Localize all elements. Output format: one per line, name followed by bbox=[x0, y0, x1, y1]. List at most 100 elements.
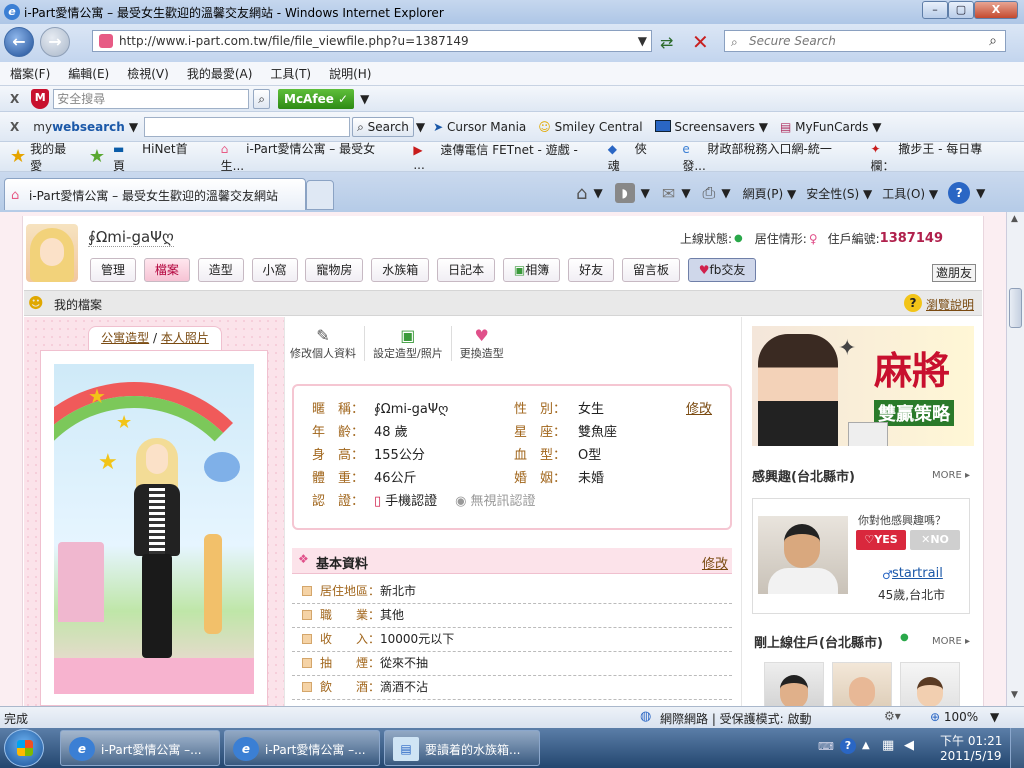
apartment-style-link[interactable]: 公寓造型 bbox=[101, 331, 149, 345]
favorites-label[interactable]: 我的最愛 bbox=[30, 140, 75, 174]
close-button[interactable]: X bbox=[974, 1, 1018, 19]
mahjong-ad[interactable]: ✦ 麻將 雙贏策略 bbox=[752, 326, 974, 446]
brand-dropdown-icon[interactable]: ▼ bbox=[129, 120, 138, 134]
nav-album[interactable]: ▣相簿 bbox=[502, 258, 561, 282]
taskbar-item-ie-2[interactable]: e i-Part愛情公寓 –... bbox=[224, 730, 380, 766]
mail-dropdown-icon[interactable]: ▼ bbox=[681, 186, 690, 200]
maximize-button[interactable]: ▢ bbox=[948, 1, 974, 19]
info-edit-link[interactable]: 修改 bbox=[686, 398, 712, 421]
fav-item-ipart[interactable]: ⌂ i-Part愛情公寓 – 最受女生... bbox=[221, 140, 400, 174]
keyboard-icon[interactable]: ⌨ bbox=[818, 740, 834, 753]
nav-style[interactable]: 造型 bbox=[197, 258, 244, 282]
volume-icon[interactable]: ◀ bbox=[904, 738, 914, 753]
set-photo-action[interactable]: ▣ 設定造型/照片 bbox=[365, 326, 452, 361]
search-icon[interactable]: ⌕ bbox=[989, 31, 997, 51]
safe-search-button[interactable]: ⌕ bbox=[253, 88, 270, 109]
menu-tools[interactable]: 工具(T) bbox=[270, 65, 311, 82]
scroll-thumb[interactable] bbox=[1009, 288, 1022, 328]
screensavers-link[interactable]: Screensavers ▼ bbox=[654, 119, 768, 134]
real-photo-link[interactable]: 本人照片 bbox=[161, 331, 209, 345]
mcafee-badge[interactable]: McAfee ✓ bbox=[278, 88, 355, 109]
refresh-icon[interactable]: ⇄ bbox=[660, 33, 673, 52]
browse-help-link[interactable]: 瀏覽說明 bbox=[926, 296, 974, 313]
nav-manage[interactable]: 管理 bbox=[90, 258, 137, 282]
tools-menu[interactable]: 工具(O) ▼ bbox=[882, 185, 938, 202]
cursor-mania-link[interactable]: ➤ Cursor Mania bbox=[433, 120, 526, 134]
smiley-central-link[interactable]: ☺ Smiley Central bbox=[538, 120, 642, 134]
taskbar-item-notepad[interactable]: ▤ 要讀着的水族箱... bbox=[384, 730, 540, 766]
clock-time[interactable]: 下午 01:21 bbox=[940, 732, 1002, 749]
help-question-icon[interactable]: ? bbox=[904, 294, 922, 312]
recent-user-1[interactable] bbox=[764, 662, 824, 706]
menu-view[interactable]: 檢視(V) bbox=[127, 65, 169, 82]
print-icon[interactable]: ⎙ bbox=[703, 183, 716, 203]
menu-favorites[interactable]: 我的最愛(A) bbox=[187, 65, 253, 82]
nav-messages[interactable]: 留言板 bbox=[621, 258, 680, 282]
nav-pets[interactable]: 寵物房 bbox=[305, 258, 364, 282]
help-icon[interactable]: ? bbox=[948, 182, 971, 204]
home-dropdown-icon[interactable]: ▼ bbox=[593, 186, 602, 200]
avatar[interactable] bbox=[26, 224, 78, 282]
network-icon[interactable]: ▦ bbox=[882, 738, 894, 753]
user-link[interactable]: startrail bbox=[892, 566, 943, 581]
fav-item-fetnet[interactable]: ▶ 遠傳電信 FETnet - 遊戲 - ... bbox=[413, 141, 593, 172]
nav-aquarium[interactable]: 水族箱 bbox=[371, 258, 430, 282]
websearch-input[interactable] bbox=[144, 116, 351, 137]
vertical-scrollbar[interactable]: ▲ ▼ bbox=[1006, 212, 1024, 706]
favorites-star-icon[interactable]: ★ bbox=[10, 146, 26, 167]
stop-icon[interactable]: ✕ bbox=[692, 30, 709, 54]
interest-more-link[interactable]: MORE ▸ bbox=[932, 470, 970, 481]
no-button[interactable]: ✕NO bbox=[910, 530, 960, 550]
start-button[interactable] bbox=[4, 729, 44, 767]
tray-help-icon[interactable]: ? bbox=[840, 738, 856, 754]
change-style-action[interactable]: ♥ 更換造型 bbox=[452, 326, 504, 361]
toolbar-close-icon[interactable]: X bbox=[10, 92, 19, 106]
safe-search-input[interactable]: 安全搜尋 bbox=[53, 88, 250, 109]
home-icon[interactable]: ⌂ bbox=[576, 183, 587, 204]
print-dropdown-icon[interactable]: ▼ bbox=[721, 186, 730, 200]
toolbar2-close-icon[interactable]: X bbox=[10, 120, 19, 134]
address-input[interactable]: http://www.i-part.com.tw/file/file_viewf… bbox=[92, 30, 652, 52]
rss-icon[interactable]: ◗ bbox=[614, 183, 635, 203]
page-menu[interactable]: 網頁(P) ▼ bbox=[743, 185, 797, 202]
scroll-up-icon[interactable]: ▲ bbox=[1011, 214, 1018, 224]
help-dropdown-icon[interactable]: ▼ bbox=[976, 186, 985, 200]
new-tab-button[interactable] bbox=[306, 180, 334, 210]
fav-item-tax[interactable]: e 財政部稅務入口網-統一發... bbox=[682, 140, 856, 174]
zoom-control[interactable]: ⊕ 100% ▼ bbox=[930, 710, 999, 724]
myfuncards-dropdown-icon[interactable]: ▼ bbox=[872, 120, 881, 134]
safety-menu[interactable]: 安全性(S) ▼ bbox=[806, 185, 872, 202]
recent-user-2[interactable] bbox=[832, 662, 892, 706]
mail-icon[interactable]: ✉ bbox=[662, 184, 675, 203]
fav-item-sanbu[interactable]: ✦ 撒步王 - 每日專欄： bbox=[870, 140, 1010, 174]
websearch-button[interactable]: ⌕ Search bbox=[352, 116, 414, 137]
taskbar-item-ie-1[interactable]: e i-Part愛情公寓 –... bbox=[60, 730, 220, 766]
protected-mode-icon[interactable]: ⚙▾ bbox=[884, 709, 901, 723]
forward-button[interactable]: → bbox=[40, 27, 70, 57]
mcafee-dropdown-icon[interactable]: ▼ bbox=[360, 92, 369, 106]
tray-expand-icon[interactable]: ▲ bbox=[862, 740, 870, 751]
tab-ipart[interactable]: ⌂ i-Part愛情公寓 – 最受女生歡迎的溫馨交友網站 bbox=[4, 178, 306, 210]
fav-item-xiahun[interactable]: ◆ 俠魂 bbox=[608, 140, 669, 174]
fav-item-hinet[interactable]: ▬ HiNet首頁 bbox=[113, 140, 207, 174]
invite-friends-button[interactable]: 邀朋友 bbox=[932, 264, 977, 282]
menu-file[interactable]: 檔案(F) bbox=[10, 65, 50, 82]
edit-profile-action[interactable]: ✎ 修改個人資料 bbox=[290, 326, 365, 361]
menu-edit[interactable]: 編輯(E) bbox=[68, 65, 109, 82]
scroll-down-icon[interactable]: ▼ bbox=[1011, 690, 1018, 700]
back-button[interactable]: ← bbox=[4, 27, 34, 57]
nav-friends[interactable]: 好友 bbox=[568, 258, 615, 282]
clock-date[interactable]: 2011/5/19 bbox=[940, 749, 1002, 763]
address-dropdown-icon[interactable]: ▼ bbox=[638, 31, 647, 51]
screensavers-dropdown-icon[interactable]: ▼ bbox=[759, 120, 768, 134]
myfuncards-link[interactable]: ▤ MyFunCards ▼ bbox=[780, 120, 881, 134]
nav-profile[interactable]: 檔案 bbox=[143, 258, 190, 282]
nav-fb[interactable]: ♥fb交友 bbox=[687, 258, 757, 282]
nav-room[interactable]: 小窩 bbox=[251, 258, 298, 282]
yes-button[interactable]: ♡YES bbox=[856, 530, 906, 550]
show-desktop-button[interactable] bbox=[1010, 728, 1024, 768]
minimize-button[interactable]: – bbox=[922, 1, 948, 19]
zoom-dropdown-icon[interactable]: ▼ bbox=[990, 710, 999, 724]
menu-help[interactable]: 說明(H) bbox=[329, 65, 371, 82]
secure-search-input[interactable]: ⌕ Secure Search ⌕ bbox=[724, 30, 1006, 52]
